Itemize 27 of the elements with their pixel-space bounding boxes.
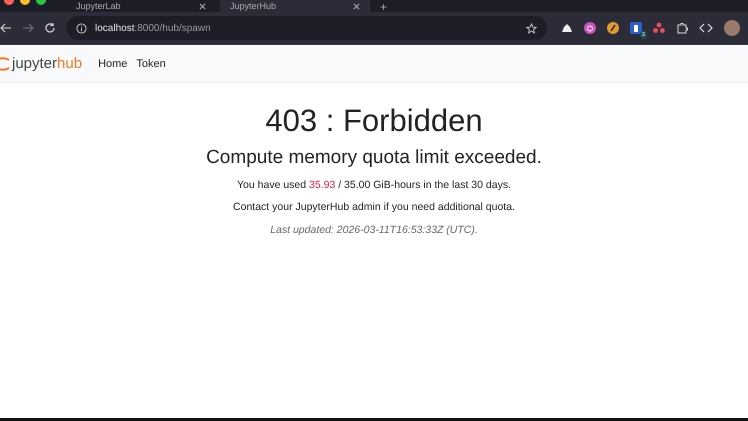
back-icon[interactable] bbox=[0, 22, 12, 34]
contact-text: Contact your JupyterHub admin if you need additional quota. bbox=[233, 201, 515, 213]
close-icon[interactable] bbox=[199, 2, 206, 10]
address-bar[interactable]: localhost:8000/hub/spawn bbox=[66, 16, 547, 40]
browser-tab[interactable]: JupyterLab bbox=[66, 0, 216, 12]
extension-icon[interactable] bbox=[607, 22, 619, 34]
power-extension-icon[interactable] bbox=[584, 22, 596, 34]
puzzle-icon[interactable] bbox=[676, 22, 688, 34]
jupyterhub-logo[interactable]: jupyterhub bbox=[0, 55, 82, 72]
reload-icon[interactable] bbox=[44, 22, 56, 34]
nav-link[interactable]: Home bbox=[98, 58, 128, 70]
avatar[interactable] bbox=[724, 20, 740, 36]
forward-icon[interactable] bbox=[22, 22, 34, 34]
close-icon[interactable] bbox=[353, 2, 360, 10]
browser-tab[interactable]: JupyterHub bbox=[220, 0, 370, 12]
cloud-icon[interactable] bbox=[561, 23, 573, 33]
error-message: Compute memory quota limit exceeded. bbox=[206, 147, 542, 169]
shield-extension-icon[interactable] bbox=[630, 22, 642, 34]
new-tab-button[interactable]: + bbox=[374, 2, 394, 12]
last-updated-text: Last updated: 2026-03-11T16:53:33Z (UTC). bbox=[270, 224, 478, 236]
usage-text: You have used 35.93 / 35.00 GiB-hours in the last 30 days. bbox=[237, 179, 511, 191]
error-title: 403 : Forbidden bbox=[265, 103, 483, 139]
star-icon[interactable] bbox=[526, 22, 537, 34]
nav-link[interactable]: Token bbox=[136, 58, 166, 70]
info-icon[interactable] bbox=[76, 22, 87, 34]
three-dots-icon[interactable] bbox=[653, 22, 665, 34]
code-icon[interactable] bbox=[699, 23, 713, 33]
